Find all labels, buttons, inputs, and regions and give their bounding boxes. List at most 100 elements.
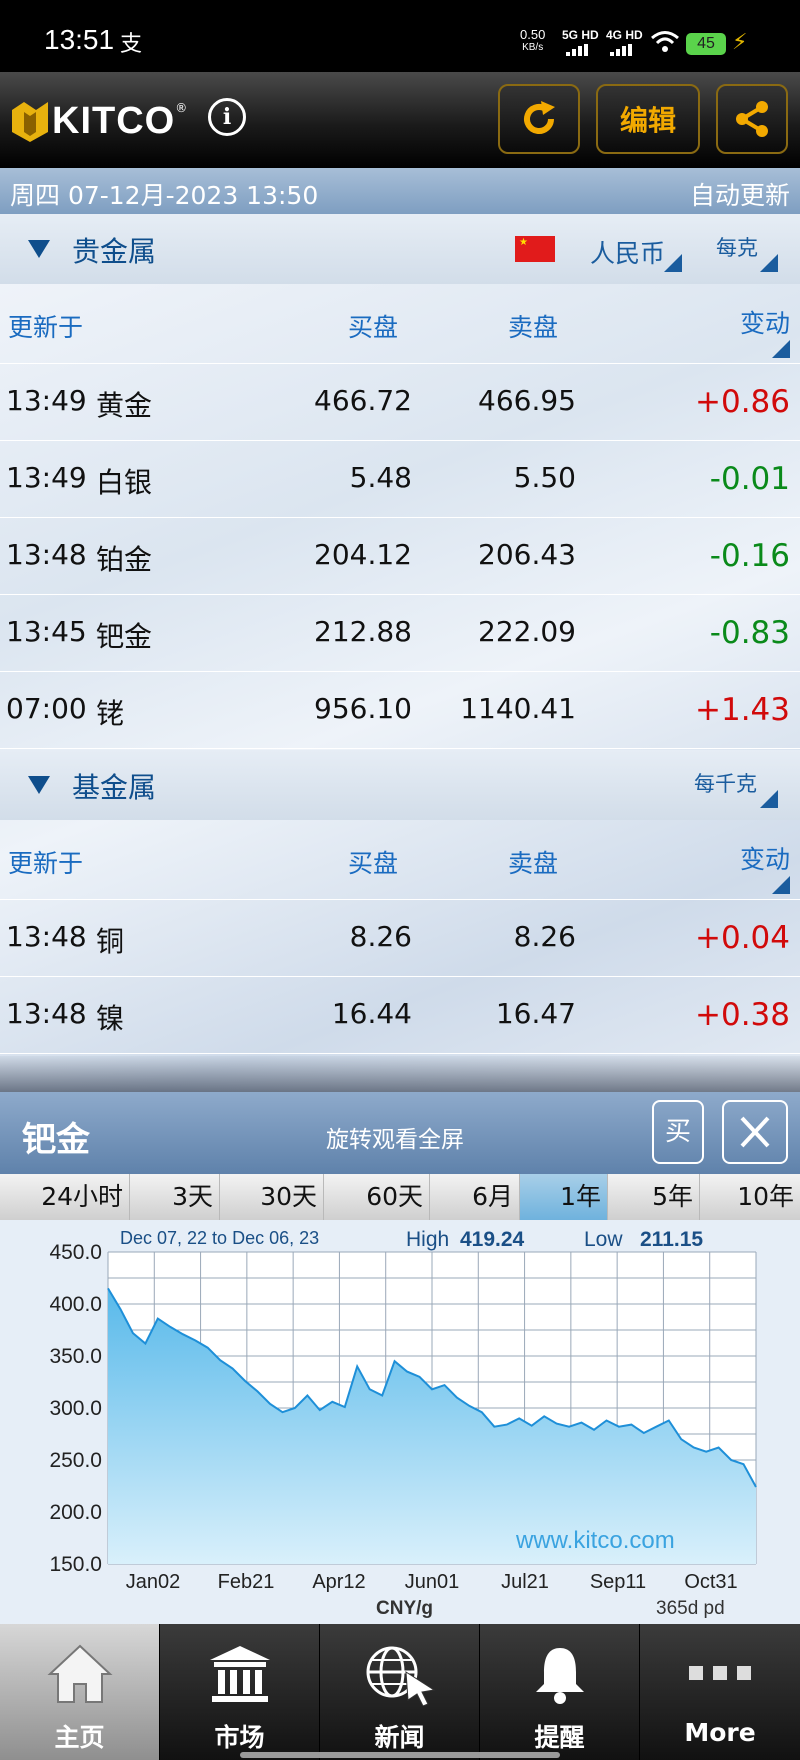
tab-60d[interactable]: 60天 bbox=[324, 1174, 430, 1220]
edit-button-label: 编辑 bbox=[619, 104, 676, 137]
quote-time: 13:48 bbox=[6, 538, 87, 571]
update-datetime: 周四 07-12月-2023 13:50 bbox=[10, 181, 319, 210]
quote-change: -0.83 bbox=[709, 615, 790, 651]
precious-metals-title: 贵金属 bbox=[72, 235, 157, 268]
quote-row-palladium[interactable]: 13:45 钯金 212.88 222.09 -0.83 bbox=[0, 595, 800, 672]
tab-5y[interactable]: 5年 bbox=[608, 1174, 700, 1220]
dropdown-corner-icon bbox=[760, 790, 778, 808]
nav-more[interactable]: More bbox=[640, 1624, 800, 1760]
y-axis-ticks: 450.0 400.0 350.0 300.0 250.0 200.0 150.0 bbox=[49, 1241, 102, 1576]
quote-change: +0.04 bbox=[695, 920, 790, 956]
col-bid: 买盘 bbox=[347, 849, 398, 878]
col-change[interactable]: 变动 bbox=[740, 840, 790, 876]
quote-name: 铜 bbox=[96, 925, 125, 958]
tab-1y[interactable]: 1年 bbox=[520, 1174, 608, 1220]
quote-name: 钯金 bbox=[96, 620, 153, 653]
registered-mark: ® bbox=[175, 100, 188, 115]
chart-low-label: Low bbox=[584, 1228, 623, 1251]
chart-panel-header: 钯金 旋转观看全屏 买 bbox=[0, 1092, 800, 1174]
net-speed-value: 0.50 bbox=[520, 27, 546, 42]
col-ask: 卖盘 bbox=[507, 849, 558, 878]
col-ask: 卖盘 bbox=[507, 313, 558, 342]
auto-update-toggle[interactable]: 自动更新 bbox=[690, 176, 790, 212]
quote-change: -0.16 bbox=[709, 538, 790, 574]
precious-metals-header[interactable]: 贵金属 ★ 人民币 每克 bbox=[0, 214, 800, 284]
nav-alerts-label: 提醒 bbox=[534, 1723, 585, 1752]
info-icon: i bbox=[222, 104, 232, 130]
tab-24h[interactable]: 24小时 bbox=[0, 1174, 130, 1220]
tab-30d[interactable]: 30天 bbox=[220, 1174, 324, 1220]
quote-row-nickel[interactable]: 13:48 镍 16.44 16.47 +0.38 bbox=[0, 977, 800, 1054]
quote-row-copper[interactable]: 13:48 铜 8.26 8.26 +0.04 bbox=[0, 900, 800, 977]
currency-selector[interactable]: 人民币 bbox=[590, 234, 665, 270]
tab-10y[interactable]: 10年 bbox=[700, 1174, 800, 1220]
chart-high-value: 419.24 bbox=[460, 1228, 525, 1251]
chart-period-note: 365d pd bbox=[656, 1598, 725, 1619]
y-tick-label: 300.0 bbox=[49, 1397, 102, 1420]
nav-market[interactable]: 市场 bbox=[160, 1624, 320, 1760]
quote-row-gold[interactable]: 13:49 黄金 466.72 466.95 +0.86 bbox=[0, 364, 800, 441]
quote-name: 黄金 bbox=[96, 389, 153, 422]
home-indicator bbox=[240, 1752, 560, 1758]
nav-alerts[interactable]: 提醒 bbox=[480, 1624, 640, 1760]
bell-icon bbox=[535, 1648, 584, 1704]
quote-change: +0.86 bbox=[695, 384, 790, 420]
quote-time: 13:48 bbox=[6, 920, 87, 953]
tab-3d[interactable]: 3天 bbox=[130, 1174, 220, 1220]
buy-button[interactable]: 买 bbox=[652, 1100, 704, 1164]
more-dots-icon bbox=[689, 1666, 751, 1680]
kitco-logo: KITCO ® bbox=[12, 100, 187, 143]
share-icon bbox=[736, 101, 768, 137]
alipay-icon: 支 bbox=[120, 32, 143, 57]
quote-bid: 204.12 bbox=[314, 538, 412, 571]
quote-row-platinum[interactable]: 13:48 铂金 204.12 206.43 -0.16 bbox=[0, 518, 800, 595]
close-button[interactable] bbox=[722, 1100, 788, 1164]
collapse-triangle-icon[interactable] bbox=[28, 776, 50, 794]
quote-name: 白银 bbox=[96, 466, 153, 499]
rotate-hint: 旋转观看全屏 bbox=[326, 1127, 464, 1153]
chart-x-label: CNY/g bbox=[376, 1598, 433, 1619]
y-tick-label: 150.0 bbox=[49, 1553, 102, 1576]
tab-6m[interactable]: 6月 bbox=[430, 1174, 520, 1220]
quote-ask: 1140.41 bbox=[460, 692, 576, 725]
status-time: 13:51 bbox=[44, 24, 115, 55]
x-tick-label: Jan02 bbox=[126, 1571, 181, 1593]
share-button[interactable] bbox=[716, 84, 788, 154]
date-bar: 周四 07-12月-2023 13:50 自动更新 bbox=[0, 168, 800, 214]
quote-row-silver[interactable]: 13:49 白银 5.48 5.50 -0.01 bbox=[0, 441, 800, 518]
battery-icon: 45 bbox=[686, 33, 726, 55]
nav-news[interactable]: 新闻 bbox=[320, 1624, 480, 1760]
chart-metal-title: 钯金 bbox=[22, 1120, 90, 1160]
app-header: KITCO ® i 编辑 bbox=[0, 72, 800, 168]
home-icon bbox=[46, 1644, 113, 1703]
col-change[interactable]: 变动 bbox=[740, 304, 790, 340]
quote-time: 13:48 bbox=[6, 997, 87, 1030]
quote-row-rhodium[interactable]: 07:00 铑 956.10 1140.41 +1.43 bbox=[0, 672, 800, 749]
y-tick-label: 450.0 bbox=[49, 1241, 102, 1264]
collapse-triangle-icon[interactable] bbox=[28, 240, 50, 258]
base-column-header: 更新于 买盘 卖盘 变动 bbox=[0, 820, 800, 900]
nav-market-label: 市场 bbox=[214, 1723, 265, 1752]
unit-selector[interactable]: 每克 bbox=[716, 232, 758, 262]
quote-ask: 222.09 bbox=[478, 615, 576, 648]
kitco-logo-icon bbox=[12, 101, 48, 142]
network-4g-label: 4G HD bbox=[606, 28, 643, 42]
edit-button[interactable]: 编辑 bbox=[596, 84, 700, 154]
base-metals-title: 基金属 bbox=[72, 771, 157, 804]
quote-bid: 212.88 bbox=[314, 615, 412, 648]
nav-home[interactable]: 主页 bbox=[0, 1624, 160, 1760]
kitco-logo-text: KITCO bbox=[52, 100, 176, 142]
quote-time: 13:49 bbox=[6, 384, 87, 417]
y-tick-label: 200.0 bbox=[49, 1501, 102, 1524]
quote-bid: 466.72 bbox=[314, 384, 412, 417]
unit-selector[interactable]: 每千克 bbox=[694, 768, 757, 798]
quote-ask: 16.47 bbox=[495, 997, 576, 1030]
base-metals-header[interactable]: 基金属 每千克 bbox=[0, 750, 800, 820]
x-tick-label: Jun01 bbox=[405, 1571, 460, 1593]
quote-bid: 956.10 bbox=[314, 692, 412, 725]
sort-corner-icon bbox=[772, 876, 790, 894]
info-button[interactable]: i bbox=[208, 98, 246, 136]
price-chart: 450.0 400.0 350.0 300.0 250.0 200.0 150.0 Jan0… bbox=[0, 1220, 800, 1624]
refresh-button[interactable] bbox=[498, 84, 580, 154]
y-tick-label: 400.0 bbox=[49, 1293, 102, 1316]
